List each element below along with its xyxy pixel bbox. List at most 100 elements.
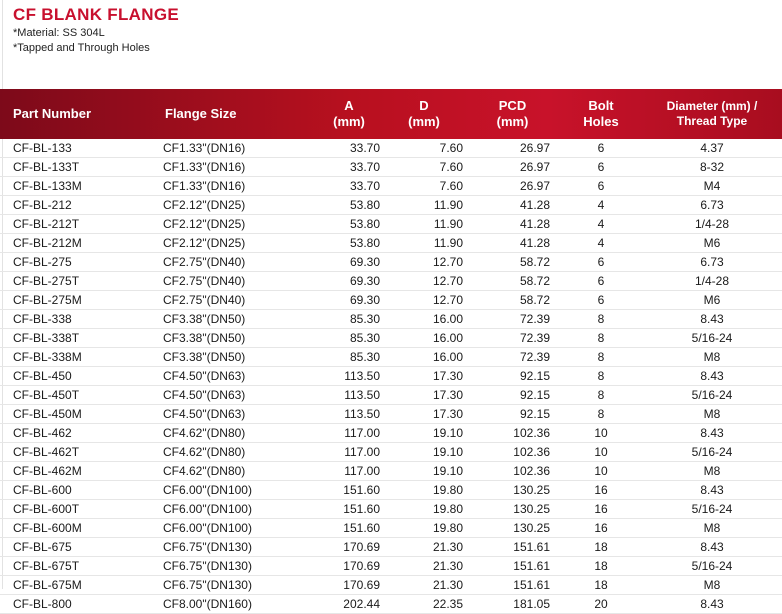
cell-pcd-mm: 26.97: [465, 139, 560, 158]
table-row: CF-BL-212M CF2.12"(DN25) 53.80 11.90 41.28 4 M…: [0, 233, 782, 253]
col-header-flange-size: Flange Size: [165, 106, 237, 121]
cell-d-mm: 11.90: [383, 195, 465, 215]
cell-bolt-holes: 16: [560, 480, 642, 500]
cell-flange-size: CF4.62"(DN80): [163, 442, 275, 462]
cell-pcd-mm: 26.97: [465, 176, 560, 196]
cell-part-number: CF-BL-212M: [0, 233, 163, 253]
table-row: CF-BL-675 CF6.75"(DN130) 170.69 21.30 151.61…: [0, 537, 782, 557]
cell-bolt-holes: 8: [560, 347, 642, 367]
cell-a-mm: 151.60: [275, 518, 383, 538]
cell-bolt-holes: 8: [560, 404, 642, 424]
cell-pcd-mm: 58.72: [465, 290, 560, 310]
cell-a-mm: 151.60: [275, 480, 383, 500]
cell-pcd-mm: 41.28: [465, 214, 560, 234]
flange-spec-table: Part Number Flange Size A (mm) D (mm) PC…: [0, 89, 782, 614]
cell-flange-size: CF2.12"(DN25): [163, 214, 275, 234]
cell-pcd-mm: 102.36: [465, 423, 560, 443]
cell-bolt-holes: 4: [560, 214, 642, 234]
cell-bolt-holes: 8: [560, 366, 642, 386]
cell-pcd-mm: 58.72: [465, 271, 560, 291]
cell-d-mm: 22.35: [383, 594, 465, 614]
cell-bolt-holes: 6: [560, 157, 642, 177]
table-row: CF-BL-212T CF2.12"(DN25) 53.80 11.90 41.28 4 1…: [0, 214, 782, 234]
cell-d-mm: 19.10: [383, 442, 465, 462]
cell-diameter-thread: 1/4-28: [642, 271, 782, 291]
cell-d-mm: 12.70: [383, 271, 465, 291]
cell-flange-size: CF3.38"(DN50): [163, 309, 275, 329]
cell-part-number: CF-BL-462: [0, 423, 163, 443]
cell-pcd-mm: 102.36: [465, 461, 560, 481]
cell-part-number: CF-BL-133: [0, 139, 163, 158]
cell-bolt-holes: 18: [560, 537, 642, 557]
cell-bolt-holes: 8: [560, 328, 642, 348]
col-header-part-number: Part Number: [13, 106, 92, 121]
cell-a-mm: 202.44: [275, 594, 383, 614]
cell-part-number: CF-BL-800: [0, 594, 163, 614]
cell-diameter-thread: M8: [642, 347, 782, 367]
cell-pcd-mm: 151.61: [465, 575, 560, 595]
cell-diameter-thread: 8.43: [642, 366, 782, 386]
cell-flange-size: CF8.00"(DN160): [163, 594, 275, 614]
cell-d-mm: 7.60: [383, 176, 465, 196]
cell-part-number: CF-BL-338: [0, 309, 163, 329]
cell-flange-size: CF4.62"(DN80): [163, 461, 275, 481]
cell-bolt-holes: 18: [560, 575, 642, 595]
cell-d-mm: 17.30: [383, 366, 465, 386]
cell-bolt-holes: 20: [560, 594, 642, 614]
cell-part-number: CF-BL-462M: [0, 461, 163, 481]
cell-a-mm: 85.30: [275, 328, 383, 348]
cell-a-mm: 33.70: [275, 157, 383, 177]
cell-pcd-mm: 58.72: [465, 252, 560, 272]
cell-d-mm: 11.90: [383, 233, 465, 253]
cell-flange-size: CF4.50"(DN63): [163, 385, 275, 405]
cell-d-mm: 19.10: [383, 423, 465, 443]
cell-a-mm: 53.80: [275, 214, 383, 234]
table-row: CF-BL-338M CF3.38"(DN50) 85.30 16.00 72.39 8 M…: [0, 347, 782, 367]
page-header: CF BLANK FLANGE *Material: SS 304L *Tapp…: [13, 4, 179, 56]
cell-flange-size: CF2.75"(DN40): [163, 252, 275, 272]
cell-flange-size: CF2.75"(DN40): [163, 271, 275, 291]
cell-diameter-thread: M8: [642, 575, 782, 595]
cell-flange-size: CF1.33"(DN16): [163, 157, 275, 177]
cell-bolt-holes: 6: [560, 271, 642, 291]
material-note: *Material: SS 304L: [13, 27, 105, 39]
cell-a-mm: 151.60: [275, 499, 383, 519]
cell-bolt-holes: 10: [560, 423, 642, 443]
cell-bolt-holes: 10: [560, 461, 642, 481]
cell-a-mm: 170.69: [275, 537, 383, 557]
table-row: CF-BL-338T CF3.38"(DN50) 85.30 16.00 72.39 8 5…: [0, 328, 782, 348]
cell-a-mm: 33.70: [275, 139, 383, 158]
table-row: CF-BL-675M CF6.75"(DN130) 170.69 21.30 151.6…: [0, 575, 782, 595]
table-row: CF-BL-275T CF2.75"(DN40) 69.30 12.70 58.72 6 1…: [0, 271, 782, 291]
cell-part-number: CF-BL-212: [0, 195, 163, 215]
cell-flange-size: CF1.33"(DN16): [163, 139, 275, 158]
cell-a-mm: 53.80: [275, 233, 383, 253]
cell-bolt-holes: 18: [560, 556, 642, 576]
cell-flange-size: CF1.33"(DN16): [163, 176, 275, 196]
cell-bolt-holes: 6: [560, 290, 642, 310]
cell-pcd-mm: 92.15: [465, 404, 560, 424]
cell-flange-size: CF3.38"(DN50): [163, 328, 275, 348]
cell-flange-size: CF6.75"(DN130): [163, 556, 275, 576]
cell-diameter-thread: M4: [642, 176, 782, 196]
cell-flange-size: CF2.12"(DN25): [163, 195, 275, 215]
cell-diameter-thread: M6: [642, 290, 782, 310]
cell-a-mm: 113.50: [275, 385, 383, 405]
cell-a-mm: 117.00: [275, 423, 383, 443]
cell-diameter-thread: 5/16-24: [642, 328, 782, 348]
cell-bolt-holes: 6: [560, 176, 642, 196]
table-header-row: Part Number Flange Size A (mm) D (mm) PC…: [0, 89, 782, 139]
cell-d-mm: 17.30: [383, 404, 465, 424]
cell-flange-size: CF4.50"(DN63): [163, 366, 275, 386]
cell-a-mm: 113.50: [275, 404, 383, 424]
cell-a-mm: 85.30: [275, 309, 383, 329]
col-header-bolt-holes: Bolt Holes: [583, 98, 619, 129]
table-row: CF-BL-600T CF6.00"(DN100) 151.60 19.80 130.2…: [0, 499, 782, 519]
cell-bolt-holes: 10: [560, 442, 642, 462]
cell-part-number: CF-BL-450M: [0, 404, 163, 424]
cell-bolt-holes: 4: [560, 195, 642, 215]
table-row: CF-BL-800 CF8.00"(DN160) 202.44 22.35 181.05…: [0, 594, 782, 614]
cell-pcd-mm: 72.39: [465, 309, 560, 329]
cell-diameter-thread: 1/4-28: [642, 214, 782, 234]
cell-diameter-thread: M8: [642, 518, 782, 538]
